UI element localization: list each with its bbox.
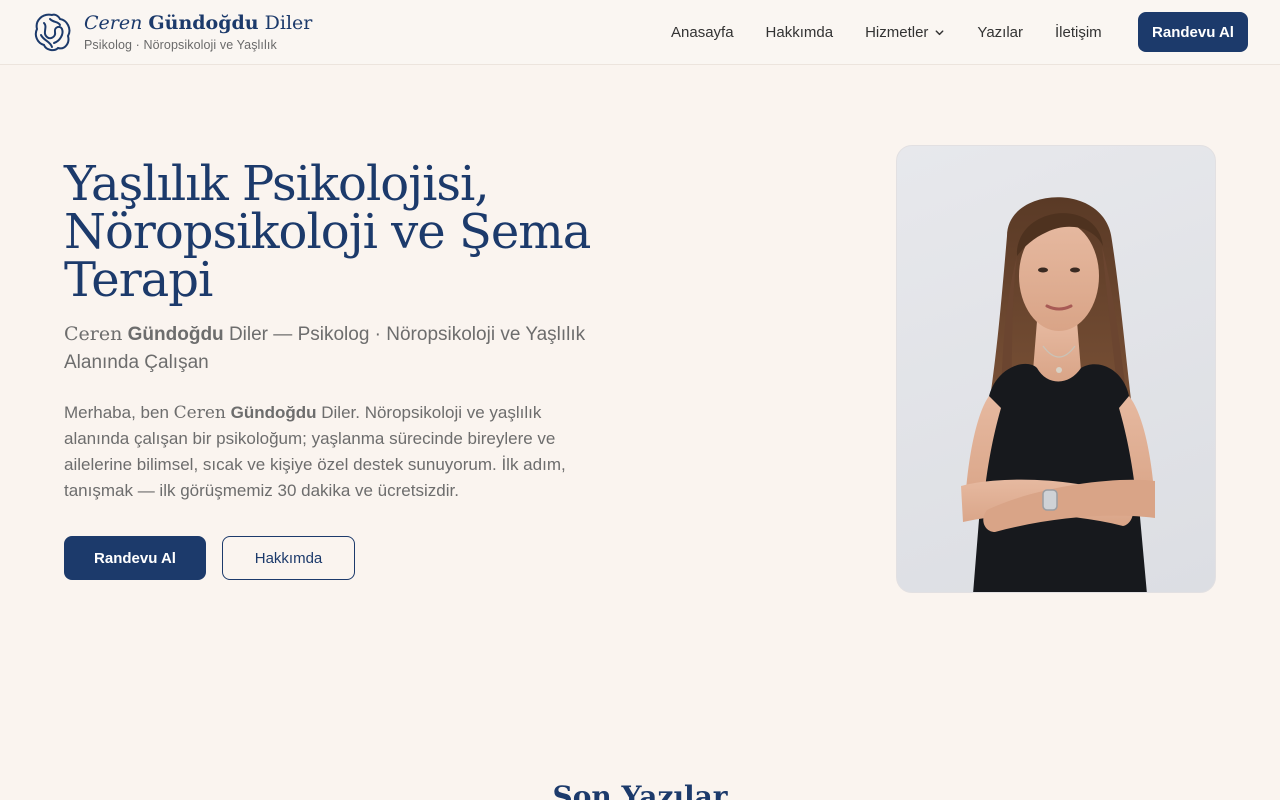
body-middle-name: Gündoğdu bbox=[230, 403, 317, 422]
nav-link-home[interactable]: Anasayfa bbox=[655, 24, 750, 41]
hero-description: Merhaba, ben Ceren Gündoğdu Diler. Nörop… bbox=[64, 400, 584, 504]
nav-link-label: Yazılar bbox=[977, 23, 1023, 41]
nav-link-label: Anasayfa bbox=[671, 23, 734, 41]
top-navbar: Ceren Gündoğdu Diler Psikolog · Nöropsik… bbox=[0, 0, 1280, 65]
nav-link-about[interactable]: Hakkımda bbox=[750, 24, 850, 41]
appointment-button[interactable]: Randevu Al bbox=[1138, 12, 1248, 52]
brand-middle-name: Gündoğdu bbox=[148, 12, 259, 34]
main-nav: Anasayfa Hakkımda Hizmetler Yazılar İlet… bbox=[655, 0, 1118, 64]
nav-link-label: Hakkımda bbox=[765, 23, 834, 41]
section-title-recent-posts: Son Yazılar bbox=[552, 780, 728, 800]
brand-first-name: Ceren bbox=[84, 12, 143, 34]
brand-last-name: Diler bbox=[264, 12, 313, 34]
nav-link-contact[interactable]: İletişim bbox=[1039, 24, 1118, 41]
brand-logo[interactable]: Ceren Gündoğdu Diler Psikolog · Nöropsik… bbox=[32, 11, 312, 53]
nav-link-services[interactable]: Hizmetler bbox=[849, 24, 961, 41]
brain-icon bbox=[34, 13, 71, 52]
profile-photo bbox=[896, 145, 1216, 593]
chevron-down-icon bbox=[935, 29, 944, 35]
nav-link-label: İletişim bbox=[1055, 23, 1102, 41]
hero-title: Yaşlılık Psikolojisi, Nöropsikoloji ve Ş… bbox=[64, 156, 591, 308]
portrait-illustration bbox=[961, 197, 1155, 592]
hero-subtitle: Ceren Gündoğdu Diler — Psikolog · Nörops… bbox=[64, 320, 594, 377]
body-intro: Merhaba, ben bbox=[64, 403, 169, 422]
subtitle-first-name: Ceren bbox=[64, 323, 123, 345]
subtitle-middle-name: Gündoğdu bbox=[127, 324, 224, 345]
nav-link-posts[interactable]: Yazılar bbox=[961, 24, 1039, 41]
brand-name: Ceren Gündoğdu Diler bbox=[84, 11, 312, 35]
brand-tagline: Psikolog · Nöropsikoloji ve Yaşlılık bbox=[84, 38, 277, 52]
hero-about-button[interactable]: Hakkımda bbox=[222, 536, 355, 580]
hero-appointment-button[interactable]: Randevu Al bbox=[64, 536, 206, 580]
body-first-name: Ceren bbox=[173, 403, 226, 423]
nav-link-label: Hizmetler bbox=[865, 23, 929, 41]
